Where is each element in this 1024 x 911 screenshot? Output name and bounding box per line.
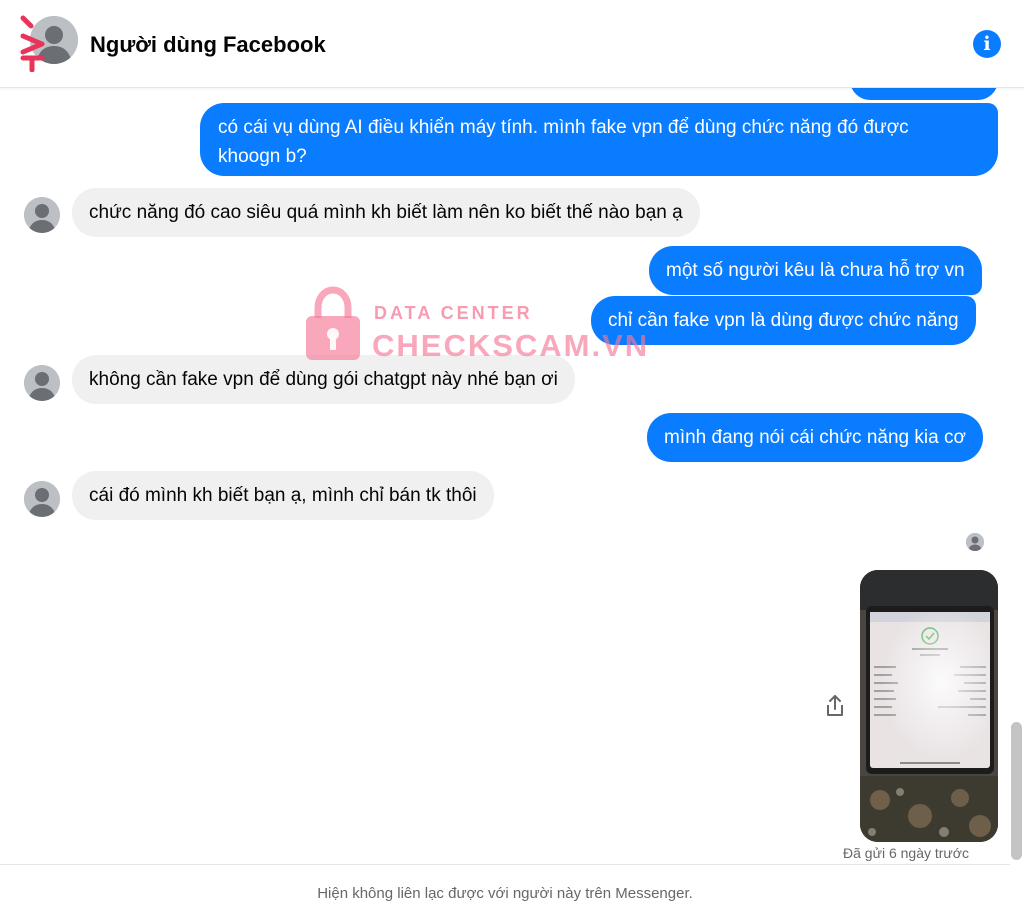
message-text: một số người kêu là chưa hỗ trợ vn xyxy=(666,260,965,281)
unavailable-notice: Hiện không liên lạc được với người này t… xyxy=(317,885,693,902)
contact-name[interactable]: Người dùng Facebook xyxy=(90,32,326,58)
message-outgoing[interactable]: chỉ cần fake vpn là dùng được chức năng xyxy=(591,296,976,345)
message-text: cái đó mình kh biết bạn ạ, mình chỉ bán … xyxy=(89,485,477,506)
scrollbar[interactable] xyxy=(1010,88,1024,864)
conversation-header: Người dùng Facebook i xyxy=(0,0,1024,88)
message-text: có cái vụ dùng AI điều khiển máy tính. m… xyxy=(218,117,909,138)
conversation-footer: Hiện không liên lạc được với người này t… xyxy=(0,864,1010,911)
sender-avatar xyxy=(24,481,60,517)
sent-status: Đã gửi 6 ngày trước xyxy=(843,845,969,861)
message-outgoing[interactable]: một số người kêu là chưa hỗ trợ vn xyxy=(649,246,982,295)
message-outgoing[interactable]: có cái vụ dùng AI điều khiển máy tính. m… xyxy=(200,103,998,176)
message-incoming[interactable]: không cần fake vpn để dùng gói chatgpt n… xyxy=(72,355,575,404)
message-text: chỉ cần fake vpn là dùng được chức năng xyxy=(608,310,959,331)
message-text: khoogn b? xyxy=(218,146,307,167)
message-text: mình đang nói cái chức năng kia cơ xyxy=(664,427,966,448)
logo-icon xyxy=(20,15,45,72)
photo-image xyxy=(860,570,998,842)
message-text: không cần fake vpn để dùng gói chatgpt n… xyxy=(89,369,558,390)
message-incoming[interactable]: cái đó mình kh biết bạn ạ, mình chỉ bán … xyxy=(72,471,494,520)
message-incoming[interactable]: chức năng đó cao siêu quá mình kh biết l… xyxy=(72,188,700,237)
share-icon[interactable] xyxy=(825,694,845,718)
message-text: chức năng đó cao siêu quá mình kh biết l… xyxy=(89,202,683,223)
lock-icon xyxy=(306,286,360,360)
sender-avatar xyxy=(24,197,60,233)
photo-attachment[interactable] xyxy=(860,570,998,842)
watermark-line1: DATA CENTER xyxy=(374,303,533,323)
scrollbar-thumb[interactable] xyxy=(1011,722,1022,860)
info-icon[interactable]: i xyxy=(973,30,1001,58)
seen-avatar xyxy=(966,533,984,551)
message-outgoing[interactable]: mình đang nói cái chức năng kia cơ xyxy=(647,413,983,462)
sender-avatar xyxy=(24,365,60,401)
